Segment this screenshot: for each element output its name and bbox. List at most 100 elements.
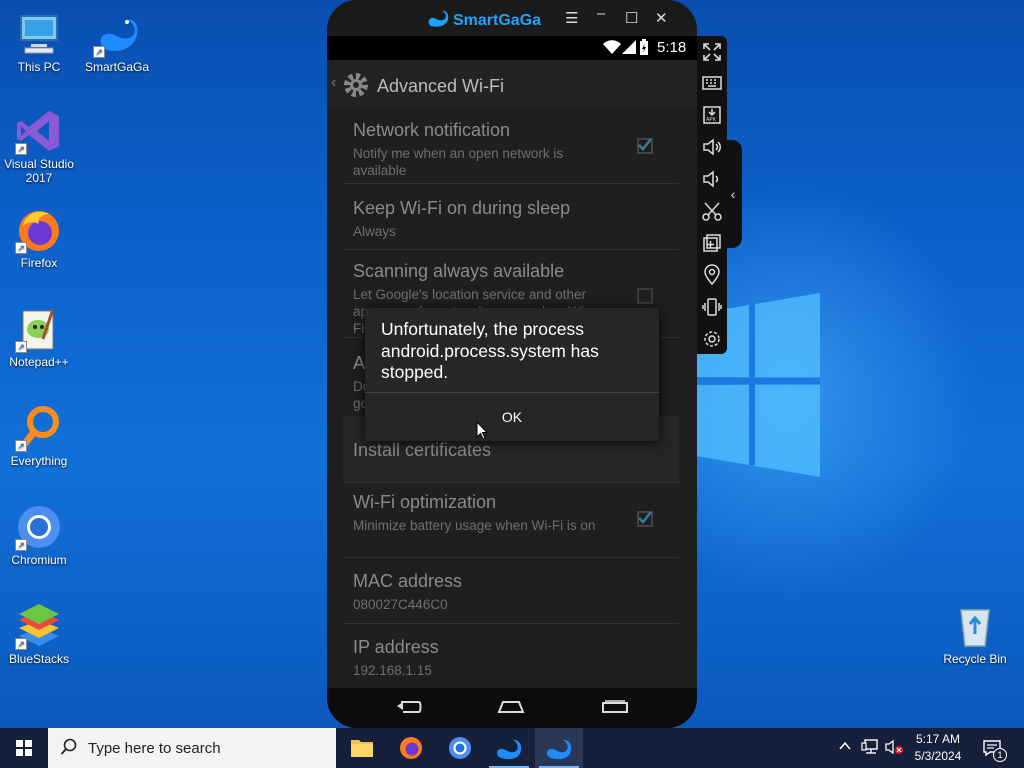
- shortcut-arrow-icon: ↗: [15, 242, 27, 254]
- taskbar-file-explorer[interactable]: [338, 728, 386, 768]
- desktop-icon-bluestacks[interactable]: ↗ BlueStacks: [1, 602, 77, 666]
- desktop-icon-smartgaga[interactable]: ↗ SmartGaGa: [79, 10, 155, 74]
- close-icon[interactable]: ✕: [655, 9, 668, 27]
- scanning-checkbox[interactable]: [637, 288, 653, 304]
- desktop-icon-everything[interactable]: ↗ Everything: [1, 404, 77, 468]
- minimize-icon[interactable]: –: [597, 5, 605, 22]
- pref-title: Install certificates: [353, 440, 492, 460]
- notifications-icon[interactable]: 1: [982, 738, 1007, 768]
- clock-time: 5:17 AM: [915, 732, 961, 746]
- notepad-plus-plus-icon: ↗: [15, 305, 63, 353]
- clock-date: 5/3/2024: [914, 749, 962, 763]
- pref-summary: Minimize battery usage when Wi-Fi is on: [353, 518, 596, 533]
- pref-mac-address: MAC address 080027C446C0: [353, 571, 679, 613]
- divider: [343, 557, 679, 558]
- android-action-bar: ‹ Advanced Wi-Fi: [327, 60, 697, 110]
- pref-ip-address: IP address 192.168.1.15: [353, 637, 679, 679]
- mouse-cursor-icon: [476, 420, 489, 445]
- pref-network-notification[interactable]: Network notification Notify me when an o…: [353, 120, 679, 179]
- nav-back-icon[interactable]: [395, 700, 423, 719]
- maximize-icon[interactable]: ☐: [625, 9, 638, 27]
- desktop-icon-label: Recycle Bin: [943, 652, 1007, 666]
- swan-icon: ↗: [93, 10, 141, 58]
- taskbar: Type here to search 5:17 AM 5/3/2024 1: [0, 728, 1024, 768]
- network-icon[interactable]: [861, 739, 879, 768]
- dialog-ok-button[interactable]: OK: [365, 393, 659, 441]
- collapse-toolbar-chevron-icon[interactable]: ‹: [724, 140, 742, 248]
- fullscreen-icon[interactable]: [700, 40, 724, 64]
- pref-summary: Always: [353, 224, 396, 239]
- nav-home-icon[interactable]: [497, 700, 525, 719]
- divider: [343, 183, 679, 184]
- desktop-icon-chromium[interactable]: ↗ Chromium: [1, 503, 77, 567]
- pref-wifi-optimization[interactable]: Wi-Fi optimization Minimize battery usag…: [353, 492, 679, 534]
- taskbar-search-box[interactable]: Type here to search: [48, 728, 336, 768]
- nav-recents-icon[interactable]: [601, 700, 629, 719]
- taskbar-chromium[interactable]: [436, 728, 484, 768]
- pref-summary: 192.168.1.15: [353, 663, 432, 678]
- settings-icon[interactable]: [700, 327, 724, 351]
- pref-keep-wifi-on[interactable]: Keep Wi-Fi on during sleep Always: [353, 198, 679, 240]
- start-button[interactable]: [0, 728, 48, 768]
- shortcut-arrow-icon: ↗: [93, 46, 105, 58]
- bluestacks-icon: ↗: [15, 602, 63, 650]
- keyboard-icon[interactable]: [700, 71, 724, 95]
- signal-icon: [622, 40, 636, 58]
- shortcut-arrow-icon: ↗: [15, 143, 27, 155]
- battery-icon: [639, 39, 649, 60]
- pref-summary: Notify me when an open network is availa…: [353, 146, 564, 178]
- apk-install-icon[interactable]: APK: [700, 103, 724, 127]
- pref-title: Wi-Fi optimization: [353, 492, 497, 512]
- network-notification-checkbox[interactable]: [637, 138, 653, 154]
- pref-title: Scanning always available: [353, 261, 565, 281]
- desktop-icon-visual-studio[interactable]: ↗ Visual Studio 2017: [1, 107, 77, 185]
- location-pin-icon[interactable]: [700, 263, 724, 287]
- taskbar-clock[interactable]: 5:17 AM 5/3/2024: [906, 731, 970, 765]
- dialog-message: Unfortunately, the process android.proce…: [381, 319, 599, 382]
- shortcut-arrow-icon: ↗: [15, 440, 27, 452]
- wifi-icon: [603, 39, 621, 59]
- status-time: 5:18: [657, 39, 687, 56]
- volume-down-icon[interactable]: [700, 167, 724, 191]
- show-hidden-icons-chevron-icon[interactable]: [838, 739, 852, 768]
- taskbar-smartgaga-launcher[interactable]: [485, 728, 533, 768]
- swan-icon: [547, 739, 572, 760]
- desktop-icon-label: Firefox: [20, 256, 58, 270]
- wifi-optimization-checkbox[interactable]: [637, 511, 653, 527]
- windows-icon: [16, 740, 32, 756]
- desktop-icon-recycle-bin[interactable]: Recycle Bin: [937, 602, 1013, 666]
- pref-title: IP address: [353, 637, 439, 657]
- volume-muted-icon[interactable]: [885, 739, 905, 768]
- search-placeholder: Type here to search: [88, 740, 221, 757]
- shortcut-arrow-icon: ↗: [15, 638, 27, 650]
- scissors-screenshot-icon[interactable]: [700, 199, 724, 223]
- screen-title: Advanced Wi-Fi: [377, 76, 505, 96]
- search-icon: [60, 738, 78, 760]
- settings-gear-icon: [341, 70, 371, 105]
- swan-icon: [497, 739, 522, 760]
- pref-title: Keep Wi-Fi on during sleep: [353, 198, 571, 218]
- shortcut-arrow-icon: ↗: [15, 539, 27, 551]
- pref-title: Network notification: [353, 120, 511, 140]
- pref-install-certificates[interactable]: Install certificates: [353, 440, 679, 461]
- desktop-icon-notepad-plus-plus[interactable]: ↗ Notepad++: [1, 305, 77, 369]
- menu-icon[interactable]: ☰: [565, 9, 578, 27]
- taskbar-firefox[interactable]: [387, 728, 435, 768]
- error-dialog: Unfortunately, the process android.proce…: [365, 308, 659, 441]
- volume-up-icon[interactable]: [700, 135, 724, 159]
- pref-summary-line1: Let Google's location service and other: [353, 287, 586, 302]
- emulator-title-bar[interactable]: SmartGaGa ☰ – ☐ ✕: [327, 0, 697, 36]
- desktop-icon-label: Visual Studio 2017: [4, 157, 74, 185]
- back-chevron-icon[interactable]: ‹: [331, 74, 336, 92]
- android-status-bar: 5:18: [327, 36, 697, 60]
- multi-instance-icon[interactable]: [700, 231, 724, 255]
- visual-studio-icon: ↗: [15, 107, 63, 155]
- recycle-bin-icon: [951, 602, 999, 650]
- desktop-icon-firefox[interactable]: ↗ Firefox: [1, 206, 77, 270]
- shake-vibrate-icon[interactable]: [700, 295, 724, 319]
- emulator-brand: SmartGaGa: [427, 8, 541, 33]
- taskbar-smartgaga-window[interactable]: [535, 728, 583, 768]
- computer-icon: [15, 10, 63, 58]
- firefox-icon: ↗: [15, 206, 63, 254]
- desktop-icon-this-pc[interactable]: This PC: [1, 10, 77, 74]
